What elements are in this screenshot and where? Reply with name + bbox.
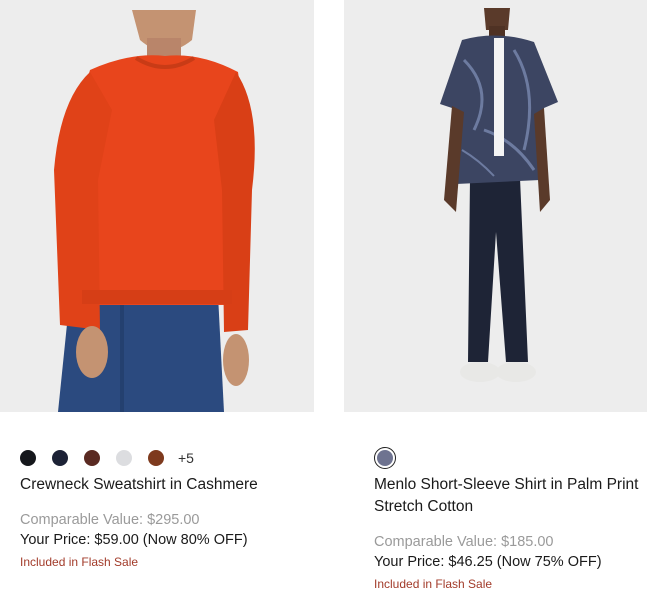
color-swatches: +5 — [20, 448, 314, 468]
product-info: +5 Crewneck Sweatshirt in Cashmere Compa… — [0, 448, 314, 569]
product-card[interactable]: Menlo Short-Sleeve Shirt in Palm Print S… — [344, 0, 647, 591]
swatch-rust[interactable] — [148, 450, 164, 466]
color-swatches — [346, 447, 647, 469]
product-image[interactable] — [344, 0, 647, 412]
flash-sale-label: Included in Flash Sale — [374, 577, 493, 591]
swatch-burgundy[interactable] — [84, 450, 100, 466]
swatch-black[interactable] — [20, 450, 36, 466]
your-price: Your Price: $59.00 (Now 80% OFF) — [20, 532, 248, 548]
swatch-light-grey[interactable] — [116, 450, 132, 466]
comparable-value: Comparable Value: $185.00 — [374, 534, 554, 550]
product-card[interactable]: +5 Crewneck Sweatshirt in Cashmere Compa… — [0, 0, 314, 569]
flash-sale-label: Included in Flash Sale — [20, 555, 139, 569]
product-name[interactable]: Crewneck Sweatshirt in Cashmere — [20, 474, 314, 496]
product-name[interactable]: Menlo Short-Sleeve Shirt in Palm Print S… — [374, 474, 647, 518]
your-price: Your Price: $46.25 (Now 75% OFF) — [374, 554, 602, 570]
comparable-value: Comparable Value: $295.00 — [20, 512, 200, 528]
more-swatches-count[interactable]: +5 — [178, 450, 194, 466]
product-info: Menlo Short-Sleeve Shirt in Palm Print S… — [344, 447, 647, 591]
product-image[interactable] — [0, 0, 314, 412]
swatch-navy[interactable] — [52, 450, 68, 466]
swatch-selected-palm-print[interactable] — [374, 447, 396, 469]
